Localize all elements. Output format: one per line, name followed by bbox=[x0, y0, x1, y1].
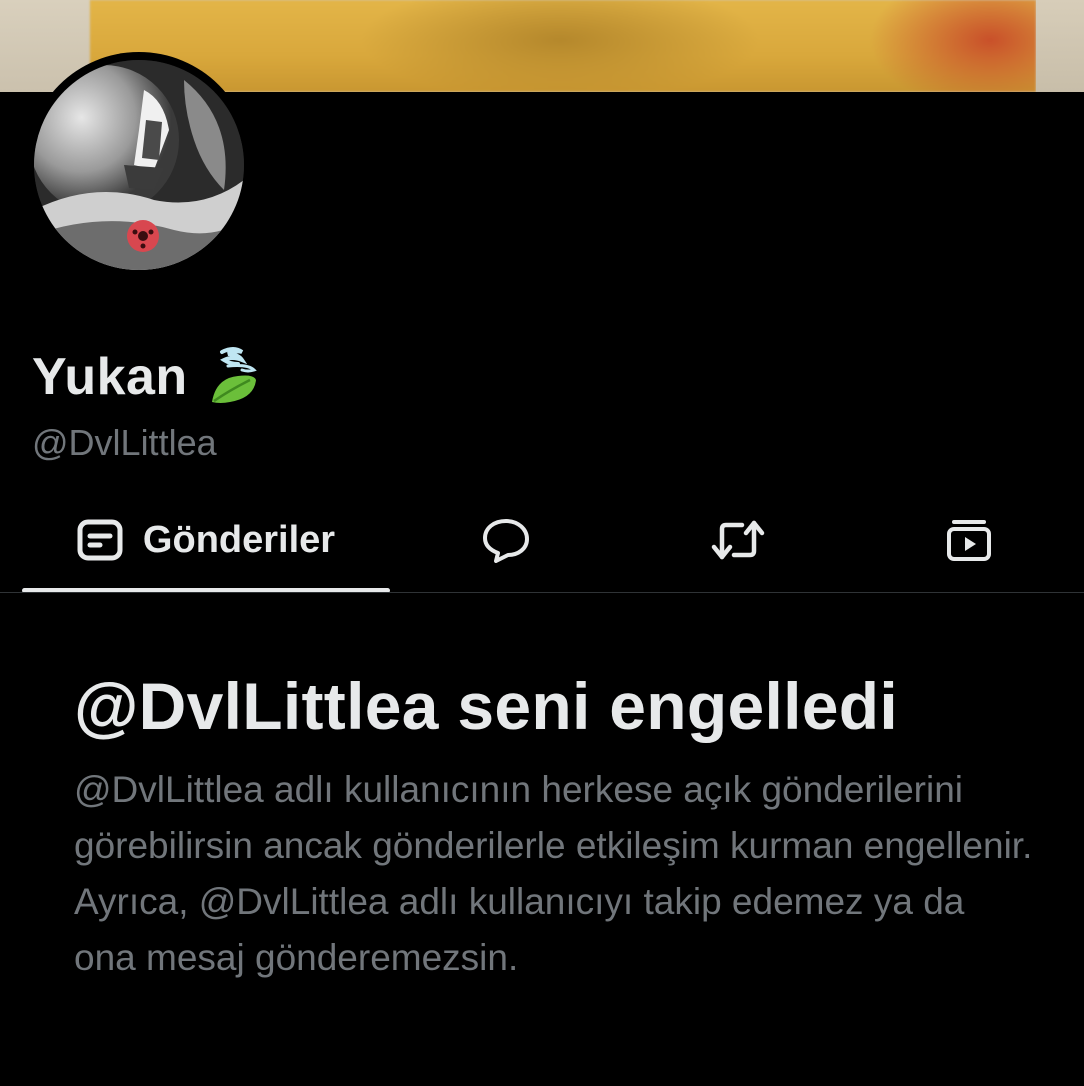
tab-replies[interactable] bbox=[390, 488, 622, 592]
banner-photo bbox=[90, 0, 1036, 92]
profile-tabs: Gönderiler bbox=[0, 488, 1084, 593]
display-name: Yukan bbox=[32, 346, 258, 408]
tab-media[interactable] bbox=[854, 488, 1084, 592]
reposts-icon bbox=[711, 520, 765, 560]
display-name-text: Yukan bbox=[32, 348, 188, 406]
avatar-image bbox=[34, 60, 244, 270]
profile-page: Yukan @DvlLittlea Gönderiler @DvlLittlea… bbox=[0, 0, 1084, 1086]
blocked-description: @DvlLittlea adlı kullanıcının herkese aç… bbox=[74, 769, 1033, 978]
banner-right-edge bbox=[1036, 0, 1084, 92]
tabs-divider bbox=[0, 592, 1084, 593]
tab-posts-label: Gönderiler bbox=[142, 518, 336, 561]
blocked-title: @DvlLittlea seni engelledi bbox=[74, 669, 899, 743]
posts-icon bbox=[77, 519, 123, 561]
leaf-fluttering-in-wind-emoji bbox=[208, 346, 258, 408]
replies-icon bbox=[483, 519, 529, 563]
avatar[interactable] bbox=[34, 60, 244, 270]
tab-posts[interactable]: Gönderiler bbox=[22, 488, 390, 592]
tab-reposts[interactable] bbox=[622, 488, 854, 592]
profile-handle: @DvlLittlea bbox=[32, 422, 217, 463]
media-icon bbox=[947, 520, 991, 561]
